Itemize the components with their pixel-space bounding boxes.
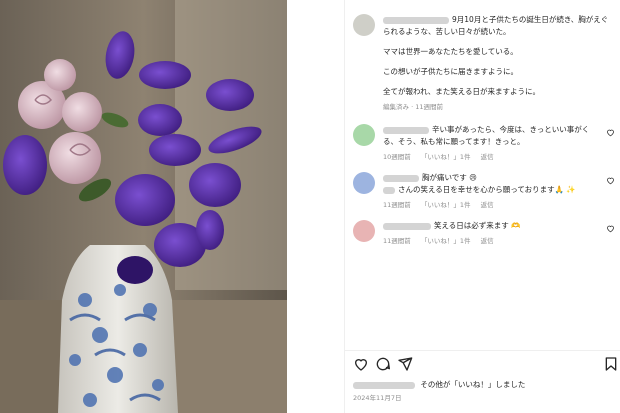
caption-line: ママは世界一あなたたちを愛している。 [383,47,518,56]
comment-text: 胸が痛いです 😢 [383,172,603,184]
commenter-name[interactable] [383,222,431,230]
comment-meta: 11週間前 「いいね！」1件 返信 [383,235,603,247]
caption-line: 全てが報われ、また笑える日が来ますように。 [383,87,540,96]
comment-line: 笑える日は必ず来ます 🫶 [434,221,521,230]
comment-line: る、そう、私も常に願ってます！きっと。 [383,137,525,146]
action-bar [353,356,619,372]
post-photo [0,0,287,413]
heart-icon[interactable] [606,176,615,185]
comment-time: 10週間前 [383,153,411,161]
comment-meta: 11週間前 「いいね！」1件 返信 [383,199,603,211]
comment-time: 11週間前 [383,201,411,209]
liker-name[interactable] [353,381,415,389]
caption-text: 9月10月と子供たちの誕生日が続き、胸がえぐられるような、苦しい日々が続いた。 [383,14,615,38]
comment-line: さんの笑える日を幸せを心から願っております🙏 ✨ [398,185,576,194]
heart-icon[interactable] [353,356,369,372]
bookmark-icon[interactable] [603,356,619,372]
commenter-name[interactable] [383,174,419,182]
heart-icon[interactable] [606,224,615,233]
commenter-name[interactable] [383,126,429,134]
comment-likes[interactable]: 「いいね！」1件 [421,153,471,161]
comment-icon[interactable] [375,356,391,372]
reply-button[interactable]: 返信 [481,237,494,245]
caption-line: この想いが子供たちに届きますように。 [383,67,518,76]
caption-meta: 編集済み · 11週間前 [383,103,443,111]
author-name[interactable] [383,16,449,24]
comment-line: 胸が痛いです 😢 [422,173,477,182]
mention-name[interactable] [383,186,395,194]
heart-icon[interactable] [606,128,615,137]
comment-meta: 10週間前 「いいね！」1件 返信 [383,151,603,163]
likes-summary: その他が「いいね！」しました [353,379,619,390]
author-avatar[interactable] [353,14,375,36]
send-icon[interactable] [397,356,413,372]
reply-button[interactable]: 返信 [481,201,494,209]
reply-button[interactable]: 返信 [481,153,494,161]
comment-likes[interactable]: 「いいね！」1件 [421,201,471,209]
post-date: 2024年11月7日 [353,394,402,402]
comment-text: 辛い事があったら、今度は、きっといい事がく [383,124,603,136]
likes-text[interactable]: その他が「いいね！」しました [420,380,525,389]
commenter-avatar[interactable] [353,124,375,146]
commenter-avatar[interactable] [353,220,375,242]
comment-line: 辛い事があったら、今度は、きっといい事がく [432,125,590,134]
divider [345,350,620,351]
flower-vase-image [0,0,287,413]
commenter-avatar[interactable] [353,172,375,194]
comment-likes[interactable]: 「いいね！」1件 [421,237,471,245]
comments-panel: 9月10月と子供たちの誕生日が続き、胸がえぐられるような、苦しい日々が続いた。 … [344,0,620,413]
comment-text: 笑える日は必ず来ます 🫶 [383,220,603,232]
comment-time: 11週間前 [383,237,411,245]
